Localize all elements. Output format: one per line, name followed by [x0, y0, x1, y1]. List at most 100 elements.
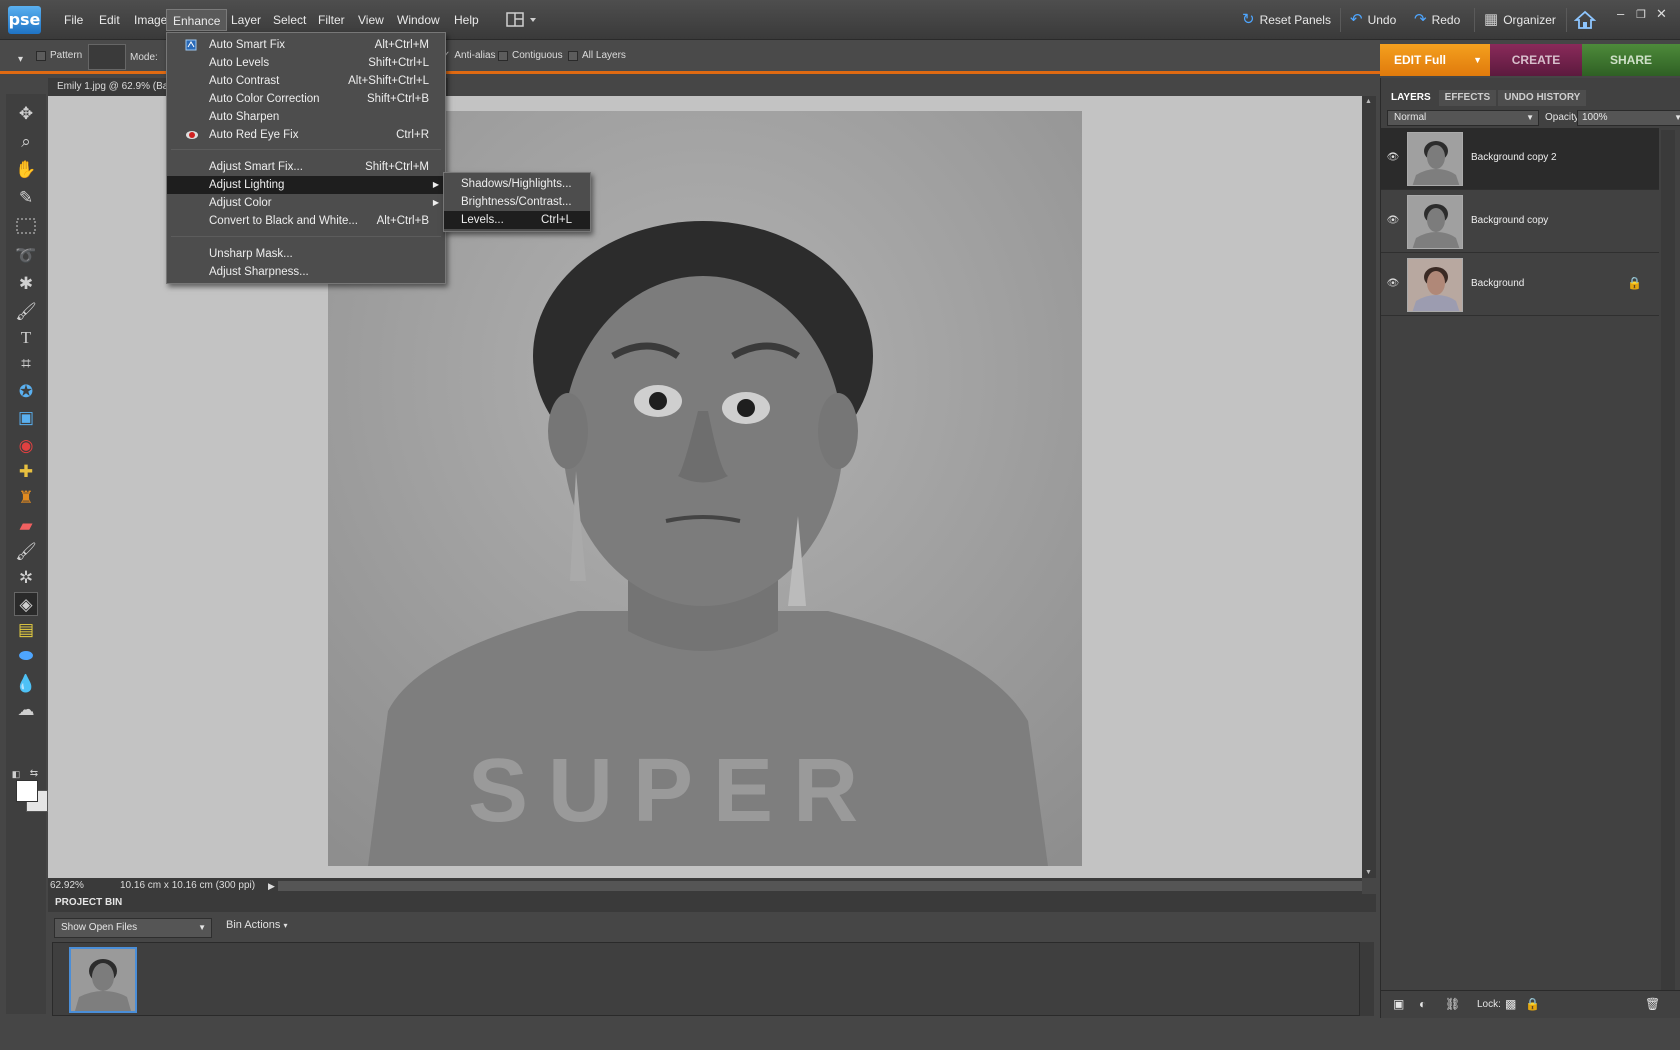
menu-enhance[interactable]: Enhance	[166, 9, 228, 31]
red-eye-tool-icon[interactable]: ◉	[14, 434, 38, 458]
menu-select[interactable]: Select	[267, 9, 312, 31]
project-bin-header[interactable]: PROJECT BIN	[48, 894, 1376, 912]
visibility-eye-icon[interactable]: 👁	[1386, 215, 1400, 227]
tab-undo-history[interactable]: UNDO HISTORY	[1498, 90, 1587, 106]
opacity-input[interactable]: 100% ▼	[1577, 110, 1680, 126]
menu-item-convert-black-white[interactable]: Convert to Black and White... Alt+Ctrl+B	[167, 212, 445, 230]
menu-item-adjust-smart-fix[interactable]: Adjust Smart Fix... Shift+Ctrl+M	[167, 158, 445, 176]
menu-item-auto-color-correction[interactable]: Auto Color Correction Shift+Ctrl+B	[167, 90, 445, 108]
eyedropper-tool-icon[interactable]: ✎	[14, 186, 38, 210]
menu-item-adjust-color[interactable]: Adjust Color ▶	[167, 194, 445, 212]
crop-tool-icon[interactable]: ⌗	[14, 352, 38, 376]
zoom-level[interactable]: 62.92%	[50, 878, 84, 894]
menu-item-shadows-highlights[interactable]: Shadows/Highlights...	[444, 175, 590, 193]
pattern-checkbox[interactable]: Pattern	[36, 50, 82, 61]
move-tool-icon[interactable]: ✥	[14, 102, 38, 126]
tab-edit-full[interactable]: EDIT Full ▼	[1380, 44, 1490, 76]
menu-item-auto-sharpen[interactable]: Auto Sharpen	[167, 108, 445, 126]
visibility-eye-icon[interactable]: 👁	[1386, 152, 1400, 164]
menu-view[interactable]: View	[352, 9, 390, 31]
tab-create[interactable]: CREATE	[1490, 44, 1582, 76]
all-layers-check-box[interactable]	[568, 50, 578, 61]
lock-transparency-icon[interactable]: ▩	[1505, 997, 1516, 1011]
bin-vertical-scrollbar[interactable]	[1360, 942, 1374, 1016]
layer-row[interactable]: 👁 Background 🔒	[1381, 254, 1659, 316]
menu-file[interactable]: File	[58, 9, 89, 31]
edit-dropdown-icon[interactable]: ▼	[1473, 44, 1482, 76]
organizer-button[interactable]: ▦ Organizer	[1484, 10, 1556, 30]
menu-filter[interactable]: Filter	[312, 9, 351, 31]
contiguous-checkbox[interactable]: Contiguous	[498, 50, 563, 61]
shape-tool-icon[interactable]: ⬬	[14, 644, 38, 668]
home-button[interactable]	[1574, 10, 1596, 30]
anti-alias-checkbox[interactable]: ✓ Anti-alias	[442, 50, 496, 61]
brush-tool-icon[interactable]: 🖌	[14, 540, 38, 564]
paint-bucket-tool-icon[interactable]: ◈	[14, 592, 38, 616]
healing-brush-tool-icon[interactable]: ✚	[14, 460, 38, 484]
scroll-up-icon[interactable]: ▲	[1365, 98, 1372, 105]
status-menu-arrow-icon[interactable]: ▶	[268, 878, 275, 894]
app-logo[interactable]: pse	[8, 6, 41, 34]
menu-item-unsharp-mask[interactable]: Unsharp Mask...	[167, 245, 445, 263]
menu-edit[interactable]: Edit	[93, 9, 126, 31]
layer-row[interactable]: 👁 Background copy 2	[1381, 128, 1659, 190]
restore-button[interactable]: ❐	[1636, 8, 1646, 21]
menu-item-auto-levels[interactable]: Auto Levels Shift+Ctrl+L	[167, 54, 445, 72]
sponge-tool-icon[interactable]: ☁	[14, 698, 38, 722]
redo-button[interactable]: ↷ Redo	[1414, 10, 1460, 30]
menu-item-auto-red-eye-fix[interactable]: Auto Red Eye Fix Ctrl+R	[167, 126, 445, 144]
magic-wand-tool-icon[interactable]: ✱	[14, 272, 38, 296]
cookie-cutter-tool-icon[interactable]: ✪	[14, 380, 38, 404]
menu-item-brightness-contrast[interactable]: Brightness/Contrast...	[444, 193, 590, 211]
options-collapse-icon[interactable]: ▾	[18, 54, 23, 65]
layout-dropdown-button[interactable]	[505, 10, 541, 30]
undo-button[interactable]: ↶ Undo	[1350, 10, 1396, 30]
adjustment-layer-icon[interactable]: ◐	[1419, 997, 1426, 1011]
clone-stamp-tool-icon[interactable]: ♜	[14, 486, 38, 510]
tab-share[interactable]: SHARE	[1582, 44, 1680, 76]
tab-layers[interactable]: LAYERS	[1385, 90, 1437, 106]
eraser-tool-icon[interactable]: ▰	[14, 514, 38, 538]
scroll-down-icon[interactable]: ▼	[1365, 869, 1372, 876]
menu-help[interactable]: Help	[448, 9, 485, 31]
gradient-tool-icon[interactable]: ▤	[14, 618, 38, 642]
menu-item-levels[interactable]: Levels... Ctrl+L	[444, 211, 590, 229]
visibility-eye-icon[interactable]: 👁	[1386, 278, 1400, 290]
lock-all-icon[interactable]: 🔒	[1525, 997, 1540, 1011]
minimize-button[interactable]: –	[1617, 6, 1624, 21]
foreground-color-swatch[interactable]	[16, 780, 38, 802]
layers-vertical-scrollbar[interactable]	[1661, 130, 1675, 992]
canvas-horizontal-scrollbar[interactable]	[278, 881, 1362, 891]
straighten-tool-icon[interactable]: ▣	[14, 406, 38, 430]
smart-brush-tool-icon[interactable]: ✲	[14, 566, 38, 590]
canvas-vertical-scrollbar[interactable]: ▲ ▼	[1362, 96, 1376, 878]
blur-tool-icon[interactable]: 💧	[14, 672, 38, 696]
close-button[interactable]: ✕	[1656, 6, 1667, 22]
reset-panels-button[interactable]: ↻ Reset Panels	[1242, 10, 1331, 30]
menu-layer[interactable]: Layer	[225, 9, 267, 31]
bin-thumbnail[interactable]	[69, 947, 137, 1013]
bin-actions-menu[interactable]: Bin Actions ▾	[226, 919, 288, 931]
layer-row[interactable]: 👁 Background copy	[1381, 191, 1659, 253]
menu-item-adjust-sharpness[interactable]: Adjust Sharpness...	[167, 263, 445, 281]
hand-tool-icon[interactable]: ✋	[14, 158, 38, 182]
tab-effects[interactable]: EFFECTS	[1438, 90, 1497, 106]
all-layers-checkbox[interactable]: All Layers	[568, 50, 626, 61]
menu-item-auto-smart-fix[interactable]: Auto Smart Fix Alt+Ctrl+M	[167, 36, 445, 54]
quick-selection-tool-icon[interactable]: 🖌	[14, 300, 38, 324]
contiguous-check-box[interactable]	[498, 50, 508, 61]
show-files-select[interactable]: Show Open Files ▼	[54, 918, 212, 938]
marquee-tool-icon[interactable]	[14, 216, 38, 240]
menu-item-adjust-lighting[interactable]: Adjust Lighting ▶	[167, 176, 445, 194]
new-layer-icon[interactable]: ▣	[1393, 997, 1404, 1011]
lasso-tool-icon[interactable]: ➰	[14, 244, 38, 268]
trash-icon[interactable]: 🗑	[1645, 997, 1660, 1011]
pattern-swatch[interactable]	[88, 44, 126, 70]
menu-window[interactable]: Window	[391, 9, 446, 31]
link-layers-icon[interactable]: ⛓	[1445, 997, 1460, 1011]
type-tool-icon[interactable]: T	[14, 326, 38, 350]
pattern-check-box[interactable]	[36, 50, 46, 61]
menu-item-auto-contrast[interactable]: Auto Contrast Alt+Shift+Ctrl+L	[167, 72, 445, 90]
zoom-tool-icon[interactable]: ⌕	[14, 130, 38, 154]
blend-mode-select[interactable]: Normal ▼	[1387, 110, 1539, 126]
